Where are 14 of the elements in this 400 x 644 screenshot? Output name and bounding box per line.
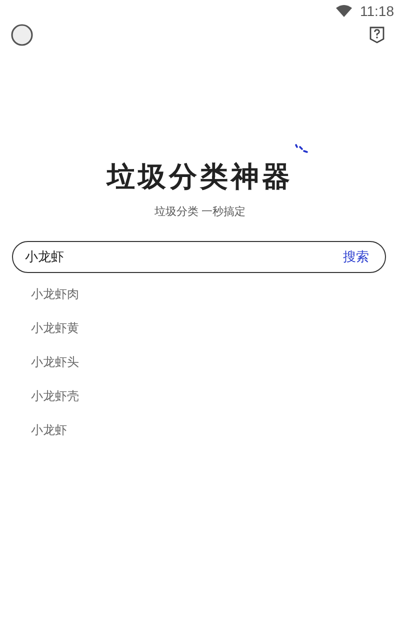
sparkle-icon: [295, 144, 309, 156]
avatar-icon[interactable]: [11, 24, 33, 46]
suggestion-item[interactable]: 小龙虾: [31, 421, 67, 439]
help-icon[interactable]: [369, 26, 385, 44]
suggestion-item[interactable]: 小龙虾头: [31, 353, 79, 371]
wifi-icon: [336, 5, 352, 17]
status-time: 11:18: [360, 3, 394, 19]
search-button[interactable]: 搜索: [343, 248, 369, 266]
search-field[interactable]: 小龙虾 搜索: [12, 241, 386, 273]
app-title: 垃圾分类神器: [107, 160, 293, 193]
app-subtitle: 垃圾分类 一秒搞定: [154, 204, 246, 219]
suggestion-item[interactable]: 小龙虾肉: [31, 285, 79, 303]
suggestion-item[interactable]: 小龙虾壳: [31, 387, 79, 405]
suggestion-item[interactable]: 小龙虾黄: [31, 319, 79, 337]
